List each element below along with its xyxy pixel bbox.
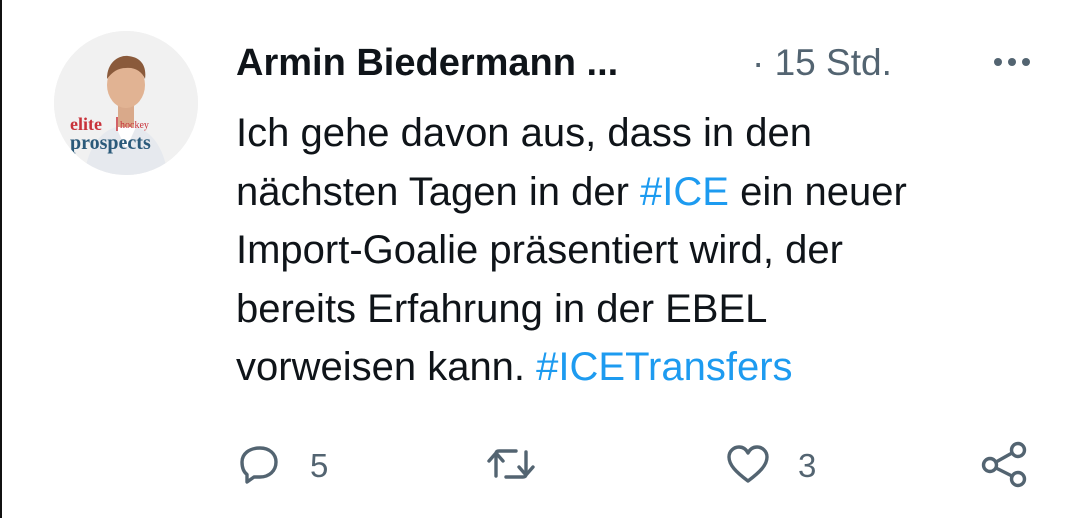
tweet-actions: 5 3 [236, 438, 1036, 494]
tweet-text-line: vorweisen kann. #ICETransfers [236, 338, 1036, 397]
tweet-header: Armin Biedermann ... · 15 Std. [236, 40, 1040, 96]
tweet-text-segment: Ich gehe davon aus, dass in den [236, 111, 812, 155]
tweet-text-segment: vorweisen kann. [236, 345, 537, 389]
reply-button[interactable]: 5 [236, 438, 328, 494]
avatar-logo-small: hockey [120, 120, 149, 131]
tweet-text-segment: bereits Erfahrung in der EBEL [236, 286, 768, 331]
tweet-text-segment: nächsten Tagen in der [236, 169, 641, 214]
reply-count: 5 [310, 447, 329, 484]
retweet-button[interactable] [486, 438, 562, 494]
tweet-text-line: nächsten Tagen in der #ICE ein neuer [236, 163, 1036, 222]
reply-icon [236, 440, 284, 493]
tweet-timestamp[interactable]: · 15 Std. [752, 42, 892, 84]
tweet-card[interactable]: elite hockey prospects Armin Biedermann … [0, 0, 1080, 518]
tweet-text-line: bereits Erfahrung in der EBEL [236, 280, 1036, 339]
tweet-text-line: Import-Goalie präsentiert wird, der [236, 221, 1036, 280]
avatar-logo-line2: prospects [70, 132, 151, 154]
share-button[interactable] [978, 438, 1030, 494]
avatar[interactable]: elite hockey prospects [54, 31, 198, 175]
retweet-icon [486, 440, 536, 493]
author-name[interactable]: Armin Biedermann ... [236, 42, 618, 85]
avatar-image: elite hockey prospects [54, 31, 198, 175]
like-button[interactable]: 3 [724, 438, 816, 494]
tweet-text-segment: Import-Goalie präsentiert wird, der [236, 228, 843, 272]
tweet-text-segment: ein neuer [728, 169, 907, 214]
tweet-text: Ich gehe davon aus, dass in den nächsten… [236, 104, 1036, 397]
hashtag-link-icetransfers[interactable]: #ICETransfers [536, 345, 792, 389]
avatar-logo-line1: elite [70, 114, 102, 134]
like-count: 3 [798, 447, 817, 484]
share-icon [978, 440, 1030, 493]
more-horizontal-icon [991, 58, 1033, 66]
hashtag-link-ice[interactable]: #ICE [640, 170, 729, 214]
more-options-button[interactable] [984, 40, 1040, 84]
heart-icon [724, 440, 772, 493]
tweet-text-line: Ich gehe davon aus, dass in den [236, 104, 1036, 163]
